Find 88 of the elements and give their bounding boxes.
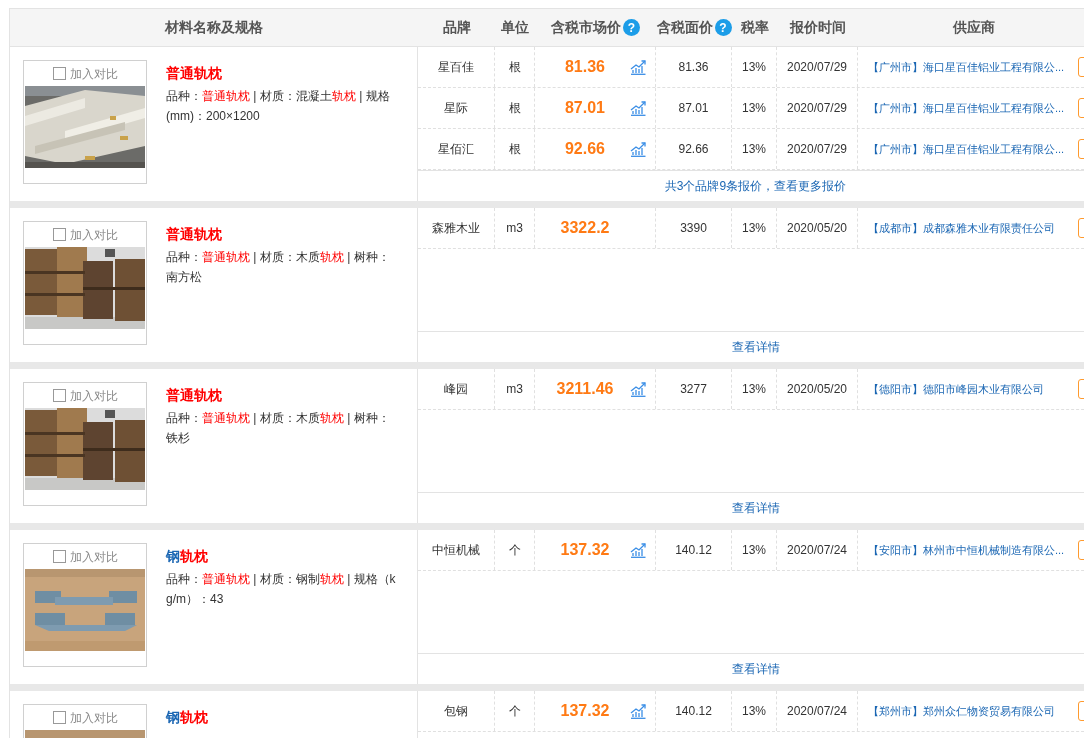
product-title[interactable]: 普通轨枕 <box>166 63 397 83</box>
spec-text: 品种：普通轨枕 | 材质：钢制轨枕 | 规格（kg/m）：43 <box>166 571 397 608</box>
tax-rate: 13% <box>742 59 766 76</box>
quote-date: 2020/07/29 <box>786 59 848 76</box>
column-header: 含税面价 <box>656 18 713 37</box>
face-price: 92.66 <box>678 141 709 158</box>
trend-chart-icon[interactable] <box>630 59 646 75</box>
face-price: 140.12 <box>675 542 712 559</box>
product-title[interactable]: 普通轨枕 <box>166 385 397 405</box>
compare-label[interactable]: 加入对比 <box>69 547 118 566</box>
more-link[interactable]: 共3个品牌9条报价，查看更多报价 <box>664 177 847 195</box>
product-title[interactable]: 钢轨枕 <box>166 707 397 727</box>
unit-cell-text: 个 <box>508 703 521 720</box>
tax-rate: 13% <box>742 220 766 237</box>
brand-cell-text: 星际 <box>444 100 468 117</box>
column-header: 报价时间 <box>789 18 846 37</box>
unit-cell-text: 根 <box>508 59 521 76</box>
brand-cell-text: 中恒机械 <box>432 542 480 559</box>
quote-date: 2020/07/29 <box>786 141 848 158</box>
supplier-link[interactable]: 【广州市】海口星百佳铝业工程有限公... <box>868 61 1065 73</box>
supplier-link[interactable]: 【广州市】海口星百佳铝业工程有限公... <box>868 143 1065 155</box>
market-price: 137.32 <box>559 540 611 560</box>
more-link[interactable]: 查看详情 <box>731 499 780 517</box>
column-header: 含税市场价 <box>551 18 621 37</box>
market-price: 81.36 <box>563 57 606 77</box>
tax-rate: 13% <box>742 100 766 117</box>
unit-cell-text: m3 <box>506 381 523 398</box>
trend-chart-icon[interactable] <box>630 703 646 719</box>
brand-cell-text: 峰园 <box>444 381 468 398</box>
compare-label[interactable]: 加入对比 <box>69 64 118 83</box>
market-price: 137.32 <box>559 701 611 721</box>
checkbox[interactable] <box>52 550 66 563</box>
unit-cell-text: 根 <box>508 100 521 117</box>
unit-cell-text: 根 <box>508 141 521 158</box>
supplier-link[interactable]: 【广州市】海口星百佳铝业工程有限公... <box>868 102 1065 114</box>
help-icon[interactable]: ? <box>714 19 732 36</box>
checkbox[interactable] <box>52 711 66 724</box>
help-icon[interactable]: ? <box>623 19 640 36</box>
quote-date: 2020/05/20 <box>786 220 848 237</box>
tax-rate: 13% <box>742 703 766 720</box>
tax-rate: 13% <box>742 381 766 398</box>
face-price: 3390 <box>680 220 707 237</box>
quote-date: 2020/05/20 <box>786 381 848 398</box>
tax-rate: 13% <box>742 141 766 158</box>
compare-label[interactable]: 加入对比 <box>69 708 118 727</box>
brand-cell-text: 星佰汇 <box>438 141 474 158</box>
market-price: 3211.46 <box>555 379 615 399</box>
column-header: 供应商 <box>952 18 995 37</box>
checkbox[interactable] <box>52 67 66 80</box>
column-header: 品牌 <box>442 18 471 37</box>
spec-text: 品种：普通轨枕 | 材质：混凝土轨枕 | 规格(mm)：200×1200 <box>166 88 391 125</box>
supplier-link[interactable]: 【成都市】成都森雅木业有限责任公司 <box>868 222 1055 234</box>
face-price: 140.12 <box>675 703 712 720</box>
market-price: 92.66 <box>563 139 606 159</box>
market-price: 87.01 <box>563 98 606 118</box>
trend-chart-icon[interactable] <box>630 141 646 157</box>
unit-cell-text: 个 <box>508 542 521 559</box>
brand-cell-text: 星百佳 <box>438 59 474 76</box>
spec-text: 品种：普通轨枕 | 材质：木质轨枕 | 树种：铁杉 <box>166 410 391 447</box>
trend-chart-icon[interactable] <box>630 100 646 116</box>
spec-text: 品种：普通轨枕 | 材质：木质轨枕 | 树种：南方松 <box>166 249 391 286</box>
product-title[interactable]: 钢轨枕 <box>166 546 397 566</box>
quote-date: 2020/07/24 <box>786 542 848 559</box>
product-title[interactable]: 普通轨枕 <box>166 224 397 244</box>
compare-label[interactable]: 加入对比 <box>69 225 118 244</box>
supplier-link[interactable]: 【安阳市】林州市中恒机械制造有限公... <box>868 544 1065 556</box>
checkbox[interactable] <box>52 228 66 241</box>
supplier-link[interactable]: 【郑州市】郑州众仁物资贸易有限公司 <box>868 705 1055 717</box>
tax-rate: 13% <box>742 542 766 559</box>
compare-label[interactable]: 加入对比 <box>69 386 118 405</box>
checkbox[interactable] <box>52 389 66 402</box>
trend-chart-icon[interactable] <box>630 542 646 558</box>
more-link[interactable]: 查看详情 <box>731 660 780 678</box>
more-link[interactable]: 查看详情 <box>731 338 780 356</box>
quote-date: 2020/07/29 <box>786 100 848 117</box>
brand-cell-text: 包钢 <box>444 703 468 720</box>
supplier-link[interactable]: 【德阳市】德阳市峰园木业有限公司 <box>868 383 1044 395</box>
column-header: 税率 <box>740 18 769 37</box>
unit-cell-text: m3 <box>506 220 523 237</box>
column-header: 材料名称及规格 <box>165 18 263 37</box>
trend-chart-icon[interactable] <box>630 381 646 397</box>
face-price: 3277 <box>680 381 707 398</box>
quote-date: 2020/07/24 <box>786 703 848 720</box>
face-price: 81.36 <box>678 59 709 76</box>
face-price: 87.01 <box>678 100 709 117</box>
column-header: 单位 <box>501 18 529 37</box>
brand-cell-text: 森雅木业 <box>432 220 480 237</box>
market-price: 3322.2 <box>559 218 611 238</box>
